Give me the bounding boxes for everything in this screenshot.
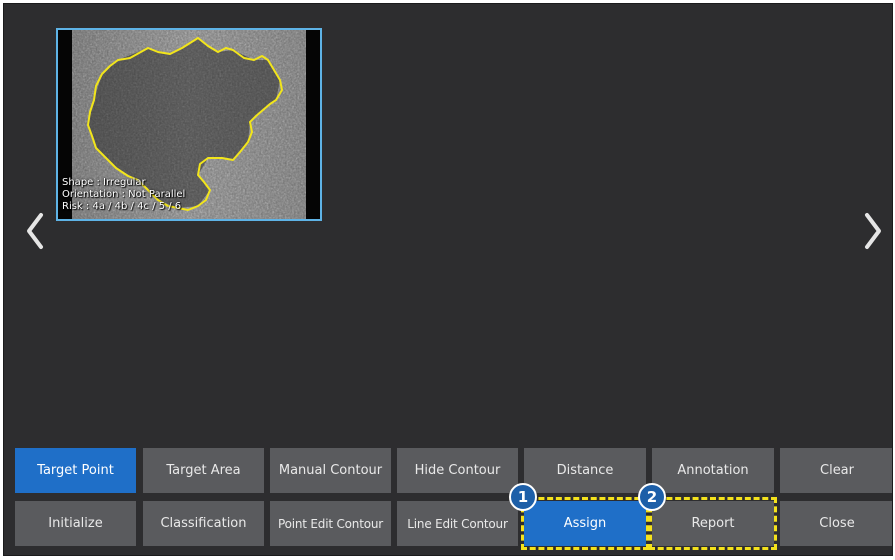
next-image-button[interactable] bbox=[860, 209, 886, 253]
chevron-left-icon bbox=[27, 213, 43, 249]
annotation-button[interactable]: Annotation bbox=[652, 448, 774, 493]
image-info-overlay: Shape : Irregular Orientation : Not Para… bbox=[62, 177, 185, 213]
assign-button[interactable]: Assign bbox=[524, 501, 646, 546]
callout-badge-2: 2 bbox=[638, 483, 666, 511]
initialize-button[interactable]: Initialize bbox=[15, 501, 136, 546]
risk-info: Risk : 4a / 4b / 4c / 5 / 6 bbox=[62, 201, 182, 212]
chevron-right-icon bbox=[865, 213, 881, 249]
hide-contour-button[interactable]: Hide Contour bbox=[397, 448, 518, 493]
ultrasound-image-thumbnail[interactable]: Shape : Irregular Orientation : Not Para… bbox=[56, 28, 322, 221]
orientation-info: Orientation : Not Parallel bbox=[62, 189, 186, 200]
target-point-button[interactable]: Target Point bbox=[15, 448, 136, 493]
shape-info: Shape : Irregular bbox=[62, 177, 146, 188]
line-edit-contour-button[interactable]: Line Edit Contour bbox=[397, 501, 518, 546]
previous-image-button[interactable] bbox=[22, 209, 48, 253]
manual-contour-button[interactable]: Manual Contour bbox=[270, 448, 391, 493]
close-button[interactable]: Close bbox=[780, 501, 892, 546]
clear-button[interactable]: Clear bbox=[780, 448, 892, 493]
report-button[interactable]: Report bbox=[652, 501, 774, 546]
point-edit-contour-button[interactable]: Point Edit Contour bbox=[270, 501, 391, 546]
classification-button[interactable]: Classification bbox=[143, 501, 264, 546]
distance-button[interactable]: Distance bbox=[524, 448, 646, 493]
ultrasound-analysis-screen: Shape : Irregular Orientation : Not Para… bbox=[3, 3, 893, 556]
callout-badge-1: 1 bbox=[509, 483, 537, 511]
target-area-button[interactable]: Target Area bbox=[143, 448, 264, 493]
